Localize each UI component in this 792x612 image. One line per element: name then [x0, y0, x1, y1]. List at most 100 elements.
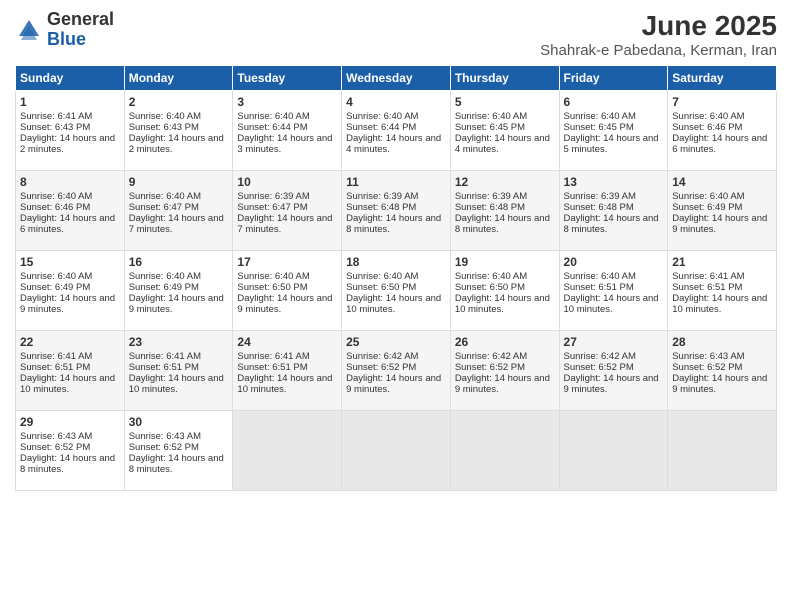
- day-number: 13: [564, 175, 664, 189]
- day-number: 12: [455, 175, 555, 189]
- day-number: 9: [129, 175, 229, 189]
- daylight-text: Daylight: 14 hours and 8 minutes.: [346, 213, 441, 235]
- calendar-week-row: 29Sunrise: 6:43 AMSunset: 6:52 PMDayligh…: [16, 411, 777, 491]
- day-number: 30: [129, 415, 229, 429]
- daylight-text: Daylight: 14 hours and 10 minutes.: [672, 293, 767, 315]
- table-row: 25Sunrise: 6:42 AMSunset: 6:52 PMDayligh…: [342, 331, 451, 411]
- logo-blue-text: Blue: [47, 30, 114, 50]
- sunset-text: Sunset: 6:48 PM: [564, 202, 634, 213]
- daylight-text: Daylight: 14 hours and 9 minutes.: [672, 373, 767, 395]
- daylight-text: Daylight: 14 hours and 7 minutes.: [237, 213, 332, 235]
- calendar-week-row: 8Sunrise: 6:40 AMSunset: 6:46 PMDaylight…: [16, 171, 777, 251]
- table-row: 14Sunrise: 6:40 AMSunset: 6:49 PMDayligh…: [668, 171, 777, 251]
- table-row: 24Sunrise: 6:41 AMSunset: 6:51 PMDayligh…: [233, 331, 342, 411]
- sunset-text: Sunset: 6:47 PM: [129, 202, 199, 213]
- sunset-text: Sunset: 6:46 PM: [672, 122, 742, 133]
- table-row: 7Sunrise: 6:40 AMSunset: 6:46 PMDaylight…: [668, 91, 777, 171]
- sunrise-text: Sunrise: 6:43 AM: [129, 431, 201, 442]
- sunrise-text: Sunrise: 6:40 AM: [129, 271, 201, 282]
- table-row: 4Sunrise: 6:40 AMSunset: 6:44 PMDaylight…: [342, 91, 451, 171]
- calendar-header-row: Sunday Monday Tuesday Wednesday Thursday…: [16, 66, 777, 91]
- table-row: 6Sunrise: 6:40 AMSunset: 6:45 PMDaylight…: [559, 91, 668, 171]
- daylight-text: Daylight: 14 hours and 9 minutes.: [237, 293, 332, 315]
- table-row: 9Sunrise: 6:40 AMSunset: 6:47 PMDaylight…: [124, 171, 233, 251]
- location-title: Shahrak-e Pabedana, Kerman, Iran: [540, 42, 777, 59]
- table-row: 30Sunrise: 6:43 AMSunset: 6:52 PMDayligh…: [124, 411, 233, 491]
- daylight-text: Daylight: 14 hours and 6 minutes.: [672, 133, 767, 155]
- daylight-text: Daylight: 14 hours and 2 minutes.: [129, 133, 224, 155]
- table-row: 21Sunrise: 6:41 AMSunset: 6:51 PMDayligh…: [668, 251, 777, 331]
- day-number: 23: [129, 335, 229, 349]
- sunrise-text: Sunrise: 6:40 AM: [129, 111, 201, 122]
- daylight-text: Daylight: 14 hours and 9 minutes.: [564, 373, 659, 395]
- day-number: 8: [20, 175, 120, 189]
- sunrise-text: Sunrise: 6:42 AM: [346, 351, 418, 362]
- daylight-text: Daylight: 14 hours and 10 minutes.: [564, 293, 659, 315]
- table-row: 23Sunrise: 6:41 AMSunset: 6:51 PMDayligh…: [124, 331, 233, 411]
- sunset-text: Sunset: 6:48 PM: [455, 202, 525, 213]
- table-row: [450, 411, 559, 491]
- sunrise-text: Sunrise: 6:41 AM: [20, 111, 92, 122]
- table-row: 12Sunrise: 6:39 AMSunset: 6:48 PMDayligh…: [450, 171, 559, 251]
- day-number: 20: [564, 255, 664, 269]
- day-number: 4: [346, 95, 446, 109]
- table-row: [559, 411, 668, 491]
- daylight-text: Daylight: 14 hours and 4 minutes.: [455, 133, 550, 155]
- header-wednesday: Wednesday: [342, 66, 451, 91]
- sunset-text: Sunset: 6:51 PM: [564, 282, 634, 293]
- day-number: 25: [346, 335, 446, 349]
- header-friday: Friday: [559, 66, 668, 91]
- header-saturday: Saturday: [668, 66, 777, 91]
- table-row: 20Sunrise: 6:40 AMSunset: 6:51 PMDayligh…: [559, 251, 668, 331]
- table-row: 2 Sunrise: 6:40 AMSunset: 6:43 PMDaylight…: [124, 91, 233, 171]
- table-row: 15Sunrise: 6:40 AMSunset: 6:49 PMDayligh…: [16, 251, 125, 331]
- header: General Blue June 2025 Shahrak-e Pabedan…: [15, 10, 777, 59]
- sunrise-text: Sunrise: 6:40 AM: [346, 271, 418, 282]
- header-sunday: Sunday: [16, 66, 125, 91]
- page: General Blue June 2025 Shahrak-e Pabedan…: [0, 0, 792, 612]
- logo-icon: [15, 16, 43, 44]
- sunrise-text: Sunrise: 6:40 AM: [237, 271, 309, 282]
- sunset-text: Sunset: 6:46 PM: [20, 202, 90, 213]
- table-row: 13Sunrise: 6:39 AMSunset: 6:48 PMDayligh…: [559, 171, 668, 251]
- daylight-text: Daylight: 14 hours and 7 minutes.: [129, 213, 224, 235]
- daylight-text: Daylight: 14 hours and 4 minutes.: [346, 133, 441, 155]
- calendar-body: 1Sunrise: 6:41 AMSunset: 6:43 PMDaylight…: [16, 91, 777, 491]
- sunset-text: Sunset: 6:51 PM: [672, 282, 742, 293]
- sunset-text: Sunset: 6:49 PM: [20, 282, 90, 293]
- table-row: 18Sunrise: 6:40 AMSunset: 6:50 PMDayligh…: [342, 251, 451, 331]
- sunrise-text: Sunrise: 6:39 AM: [455, 191, 527, 202]
- sunrise-text: Sunrise: 6:43 AM: [672, 351, 744, 362]
- sunrise-text: Sunrise: 6:42 AM: [455, 351, 527, 362]
- table-row: 19Sunrise: 6:40 AMSunset: 6:50 PMDayligh…: [450, 251, 559, 331]
- sunset-text: Sunset: 6:51 PM: [20, 362, 90, 373]
- logo-general-text: General: [47, 10, 114, 30]
- table-row: 11Sunrise: 6:39 AMSunset: 6:48 PMDayligh…: [342, 171, 451, 251]
- day-number: 6: [564, 95, 664, 109]
- sunrise-text: Sunrise: 6:39 AM: [564, 191, 636, 202]
- logo-text: General Blue: [47, 10, 114, 50]
- sunset-text: Sunset: 6:43 PM: [129, 122, 199, 133]
- table-row: 27Sunrise: 6:42 AMSunset: 6:52 PMDayligh…: [559, 331, 668, 411]
- daylight-text: Daylight: 14 hours and 8 minutes.: [129, 453, 224, 475]
- day-number: 28: [672, 335, 772, 349]
- month-title: June 2025: [540, 10, 777, 42]
- logo: General Blue: [15, 10, 114, 50]
- sunset-text: Sunset: 6:52 PM: [672, 362, 742, 373]
- sunrise-text: Sunrise: 6:40 AM: [237, 111, 309, 122]
- calendar-week-row: 22Sunrise: 6:41 AMSunset: 6:51 PMDayligh…: [16, 331, 777, 411]
- sunset-text: Sunset: 6:44 PM: [346, 122, 416, 133]
- daylight-text: Daylight: 14 hours and 9 minutes.: [455, 373, 550, 395]
- sunrise-text: Sunrise: 6:40 AM: [455, 271, 527, 282]
- table-row: 8Sunrise: 6:40 AMSunset: 6:46 PMDaylight…: [16, 171, 125, 251]
- sunrise-text: Sunrise: 6:42 AM: [564, 351, 636, 362]
- sunset-text: Sunset: 6:49 PM: [672, 202, 742, 213]
- sunset-text: Sunset: 6:52 PM: [346, 362, 416, 373]
- day-number: 5: [455, 95, 555, 109]
- day-number: 15: [20, 255, 120, 269]
- sunset-text: Sunset: 6:45 PM: [564, 122, 634, 133]
- day-number: 16: [129, 255, 229, 269]
- daylight-text: Daylight: 14 hours and 9 minutes.: [20, 293, 115, 315]
- sunset-text: Sunset: 6:50 PM: [455, 282, 525, 293]
- day-number: 2: [129, 95, 229, 109]
